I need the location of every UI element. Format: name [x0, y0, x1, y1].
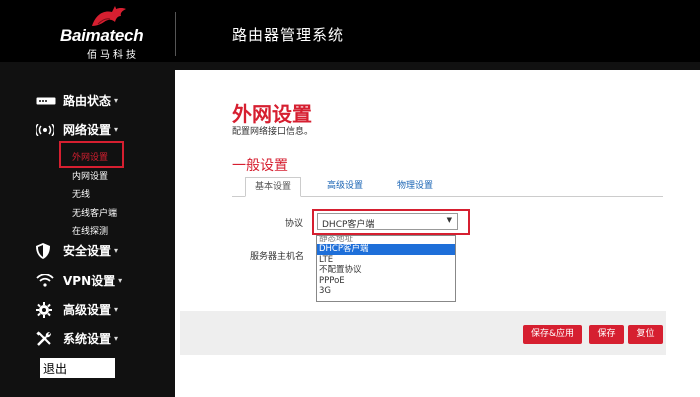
sidebar-item-label: 系统设置	[63, 332, 112, 346]
brand-logo: Baimatech 佰马科技	[0, 0, 175, 62]
tab-basic[interactable]: 基本设置	[245, 177, 301, 197]
sidebar-item-label: 网络设置	[63, 123, 112, 137]
brand-name-cn: 佰马科技	[87, 50, 139, 61]
reset-button[interactable]: 复位	[628, 325, 663, 344]
sidebar-subitem-wan[interactable]: 外网设置	[72, 150, 108, 163]
wireless-signal-icon	[36, 122, 58, 138]
protocol-option-3g[interactable]: 3G	[317, 286, 455, 297]
protocol-option-lte[interactable]: LTE	[317, 255, 455, 266]
page-title: 外网设置	[232, 102, 312, 126]
sidebar-subitem-wireless-client[interactable]: 无线客户端	[72, 206, 117, 219]
header-divider	[175, 12, 176, 56]
chevron-down-icon: ▾	[118, 276, 123, 285]
sidebar-item-system[interactable]: 系统设置 ▾	[36, 330, 118, 347]
logout-button[interactable]: 退出	[40, 358, 115, 378]
wifi-icon	[36, 273, 58, 289]
protocol-option-dhcp[interactable]: DHCP客户端	[317, 244, 455, 255]
top-header: Baimatech 佰马科技 路由器管理系统	[0, 0, 700, 62]
chevron-down-icon: ▾	[114, 246, 119, 255]
save-apply-button[interactable]: 保存&应用	[523, 325, 582, 344]
sidebar-item-router-status[interactable]: 路由状态 ▾	[36, 92, 118, 109]
tools-icon	[36, 330, 58, 347]
hostname-label: 服务器主机名	[250, 252, 305, 262]
page-description: 配置网络接口信息。	[232, 127, 314, 137]
protocol-option-none[interactable]: 不配置协议	[317, 265, 455, 276]
router-icon	[36, 93, 58, 109]
sidebar-item-advanced[interactable]: 高级设置 ▾	[36, 301, 118, 318]
chevron-down-icon: ▾	[114, 96, 119, 105]
sidebar-item-vpn[interactable]: VPN设置 ▾	[36, 272, 122, 289]
chevron-down-icon: ▾	[114, 305, 119, 314]
system-title: 路由器管理系统	[232, 26, 345, 44]
chevron-down-icon: ▾	[114, 334, 119, 343]
protocol-selected-value: DHCP客户端	[322, 220, 375, 230]
section-title: 一般设置	[232, 158, 288, 174]
gear-icon	[36, 301, 58, 318]
dropdown-arrow-icon: ▼	[446, 216, 452, 224]
chevron-down-icon: ▾	[114, 125, 119, 134]
shield-icon	[36, 242, 58, 259]
protocol-option-pppoe[interactable]: PPPoE	[317, 276, 455, 287]
tab-advanced[interactable]: 高级设置	[318, 176, 372, 196]
sidebar-item-label: VPN设置	[63, 274, 116, 288]
sidebar-subitem-wireless[interactable]: 无线	[72, 187, 90, 200]
protocol-select[interactable]: DHCP客户端 ▼	[317, 213, 458, 230]
sidebar-subitem-lan[interactable]: 内网设置	[72, 169, 108, 182]
protocol-option-static[interactable]: 静态地址	[317, 236, 455, 244]
brand-name: Baimatech	[60, 26, 144, 45]
tab-physical[interactable]: 物理设置	[388, 176, 442, 196]
protocol-dropdown-list[interactable]: 静态地址 DHCP客户端 LTE 不配置协议 PPPoE 3G	[316, 235, 456, 302]
sidebar-item-label: 路由状态	[63, 94, 112, 108]
sidebar-item-security[interactable]: 安全设置 ▾	[36, 242, 118, 259]
sidebar-item-label: 安全设置	[63, 244, 112, 258]
sidebar-subitem-online-probe[interactable]: 在线探测	[72, 224, 108, 237]
sidebar-item-network[interactable]: 网络设置 ▾	[36, 121, 118, 138]
protocol-label: 协议	[285, 219, 304, 229]
save-button[interactable]: 保存	[589, 325, 624, 344]
sidebar-item-label: 高级设置	[63, 303, 112, 317]
